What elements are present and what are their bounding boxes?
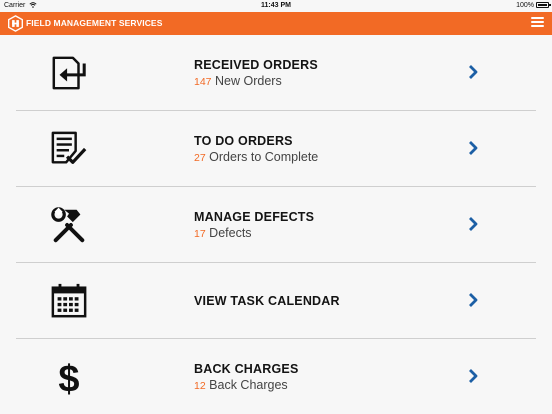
chevron-right-icon xyxy=(469,293,478,307)
app-header: FIELD MANAGEMENT SERVICES xyxy=(0,12,552,35)
menu-item-title: VIEW TASK CALENDAR xyxy=(194,293,340,308)
menu-item-count: 27 xyxy=(194,151,206,164)
menu-item-subtitle: 147 New Orders xyxy=(194,74,318,88)
menu-item-manage-defects[interactable]: MANAGE DEFECTS 17 Defects xyxy=(16,187,536,263)
svg-text:$: $ xyxy=(58,358,79,396)
menu-item-title: RECEIVED ORDERS xyxy=(194,57,318,72)
menu-item-title: TO DO ORDERS xyxy=(194,133,293,148)
menu-item-received-orders[interactable]: RECEIVED ORDERS 147 New Orders xyxy=(16,35,536,111)
battery-icon xyxy=(536,2,551,8)
chevron-right-icon xyxy=(469,141,478,155)
clock: 11:43 PM xyxy=(261,2,291,9)
received-orders-icon xyxy=(52,56,86,90)
chevron-right-icon xyxy=(469,217,478,231)
dollar-icon: $ xyxy=(58,358,79,396)
tools-icon xyxy=(51,207,85,243)
menu-item-label: Orders to Complete xyxy=(209,149,319,164)
fms-logo-icon xyxy=(8,15,23,32)
menu-item-subtitle: 12 Back Charges xyxy=(194,378,299,392)
chevron-right-icon xyxy=(469,65,478,79)
menu-item-title: BACK CHARGES xyxy=(194,361,299,376)
menu-item-count: 12 xyxy=(194,379,206,392)
menu-item-label: Back Charges xyxy=(209,377,288,392)
hamburger-menu-icon[interactable] xyxy=(531,17,544,30)
menu-item-count: 17 xyxy=(194,227,206,240)
menu-item-subtitle: 27 Orders to Complete xyxy=(194,150,318,164)
status-bar: Carrier 11:43 PM 100% xyxy=(0,0,552,12)
menu-item-subtitle: 17 Defects xyxy=(194,226,314,240)
menu-item-back-charges[interactable]: $ BACK CHARGES 12 Back Charges xyxy=(16,339,536,414)
menu-item-label: New Orders xyxy=(215,73,282,88)
main-menu-list: RECEIVED ORDERS 147 New Orders TO DO ORD… xyxy=(0,35,552,414)
battery-percent: 100% xyxy=(516,2,534,9)
menu-item-view-task-calendar[interactable]: VIEW TASK CALENDAR xyxy=(16,263,536,339)
chevron-right-icon xyxy=(469,369,478,383)
menu-item-todo-orders[interactable]: TO DO ORDERS 27 Orders to Complete xyxy=(16,111,536,187)
app-title: FIELD MANAGEMENT SERVICES xyxy=(26,18,163,28)
menu-item-label: Defects xyxy=(209,225,252,240)
todo-orders-icon xyxy=(51,131,87,164)
menu-item-title: MANAGE DEFECTS xyxy=(194,209,315,224)
menu-item-count: 147 xyxy=(194,75,212,88)
calendar-icon xyxy=(51,283,87,318)
